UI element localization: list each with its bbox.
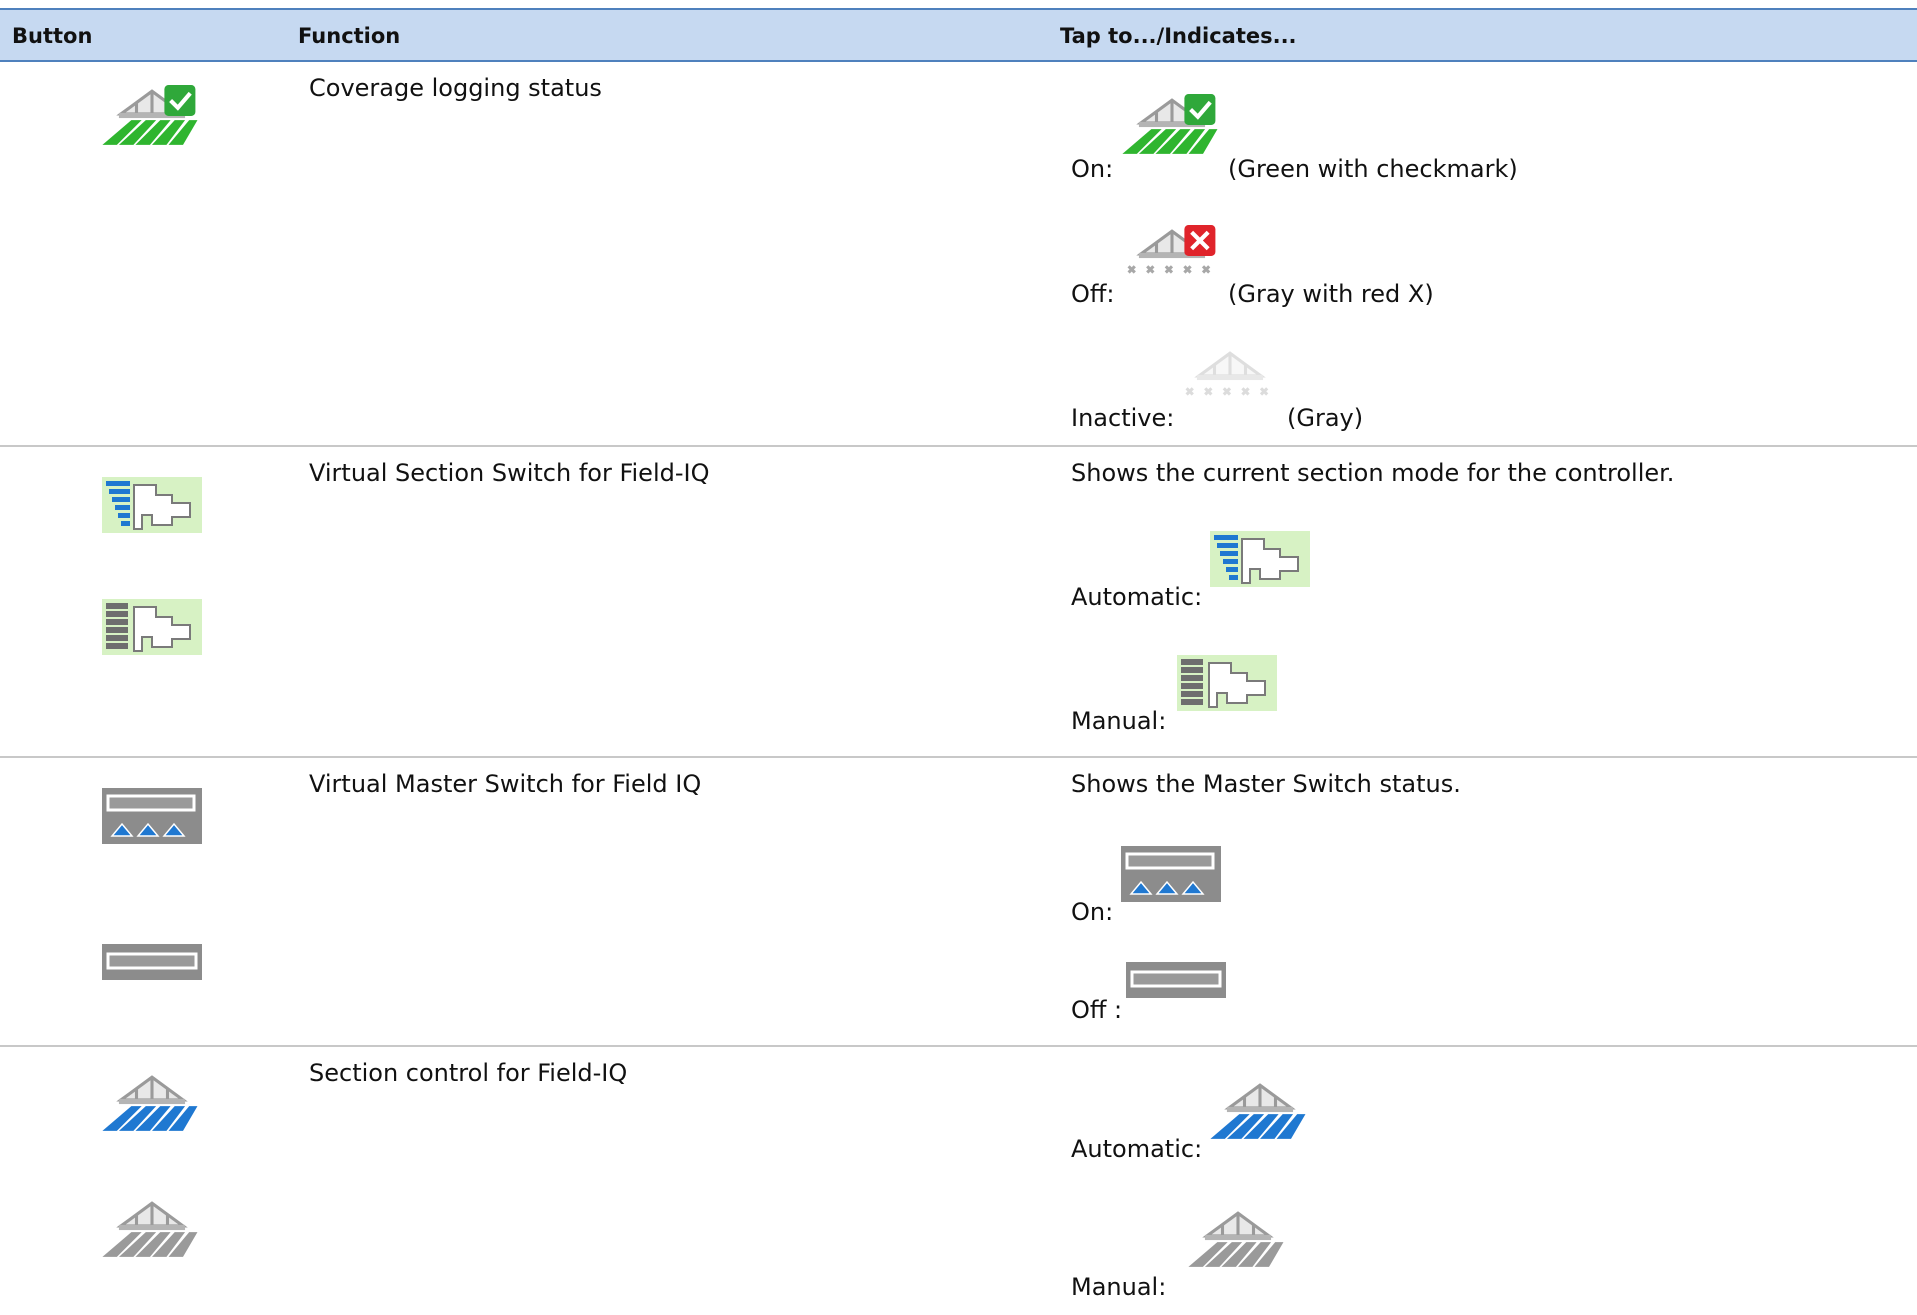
state-label-manual: Manual:	[1071, 1273, 1167, 1301]
state-label-inactive: Inactive:	[1071, 404, 1175, 432]
master-switch-on-icon	[1121, 846, 1221, 902]
state-note-inactive: (Gray)	[1287, 404, 1364, 432]
section-control-automatic-icon	[1208, 1079, 1312, 1141]
table-row-section-switch: Virtual Section Switch for Field-IQ Show…	[0, 447, 1917, 758]
state-label-off: Off:	[1071, 280, 1115, 308]
function-text: Coverage logging status	[309, 74, 602, 102]
state-label-automatic: Automatic:	[1071, 583, 1203, 611]
column-header-function: Function	[298, 24, 401, 48]
state-label-on: On:	[1071, 155, 1114, 183]
section-control-automatic-button-icon[interactable]	[100, 1071, 204, 1133]
section-control-manual-button-icon[interactable]	[100, 1197, 204, 1259]
state-label-off: Off :	[1071, 996, 1123, 1024]
table-header: Button Function Tap to.../Indicates...	[0, 8, 1917, 62]
coverage-logging-button-icon[interactable]	[100, 85, 204, 147]
state-label-on: On:	[1071, 898, 1114, 926]
function-text: Section control for Field-IQ	[309, 1059, 628, 1087]
function-text: Virtual Master Switch for Field IQ	[309, 770, 702, 798]
state-note-on: (Green with checkmark)	[1228, 155, 1518, 183]
state-note-off: (Gray with red X)	[1228, 280, 1434, 308]
table-row-master-switch: Virtual Master Switch for Field IQ Shows…	[0, 758, 1917, 1047]
function-text: Virtual Section Switch for Field-IQ	[309, 459, 710, 487]
section-control-manual-icon	[1186, 1207, 1290, 1269]
section-switch-manual-icon	[1177, 655, 1277, 711]
description-text: Shows the Master Switch status.	[1071, 770, 1461, 798]
section-switch-automatic-button-icon[interactable]	[102, 477, 202, 533]
column-header-button: Button	[12, 24, 93, 48]
coverage-logging-off-icon	[1120, 225, 1224, 287]
coverage-logging-inactive-icon	[1178, 347, 1282, 409]
column-header-indicates: Tap to.../Indicates...	[1060, 24, 1297, 48]
state-label-manual: Manual:	[1071, 707, 1167, 735]
coverage-logging-on-icon	[1120, 94, 1224, 156]
section-switch-automatic-icon	[1210, 531, 1310, 587]
description-text: Shows the current section mode for the c…	[1071, 459, 1675, 487]
button-function-table: Button Function Tap to.../Indicates... C…	[0, 8, 1917, 1307]
state-label-automatic: Automatic:	[1071, 1135, 1203, 1163]
table-row-coverage-logging: Coverage logging status On: (Green with …	[0, 62, 1917, 447]
section-switch-manual-button-icon[interactable]	[102, 599, 202, 655]
master-switch-on-button-icon[interactable]	[102, 788, 202, 844]
table-row-section-control: Section control for Field-IQ Automatic: …	[0, 1047, 1917, 1307]
master-switch-off-button-icon[interactable]	[102, 944, 202, 980]
master-switch-off-icon	[1126, 962, 1226, 998]
